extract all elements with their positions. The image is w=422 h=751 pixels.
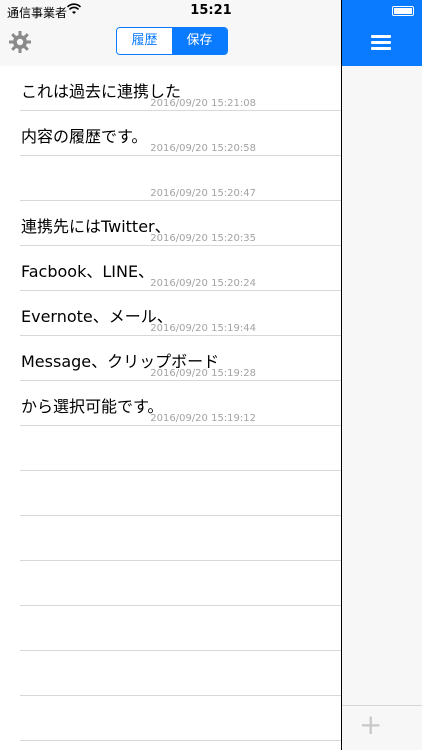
- status-time: 15:21: [190, 3, 232, 18]
- list-item-timestamp: 2016/09/20 15:20:47: [150, 188, 256, 199]
- hamburger-menu-icon[interactable]: [371, 35, 391, 50]
- list-item[interactable]: [20, 561, 341, 606]
- list-item-text: から選択可能です。: [21, 397, 164, 416]
- list-item[interactable]: [20, 606, 341, 651]
- list-item-text: Facbook、LINE、: [21, 262, 155, 281]
- list-item[interactable]: から選択可能です。 2016/09/20 15:19:12: [20, 381, 341, 426]
- list-item[interactable]: 2016/09/20 15:20:47: [20, 156, 341, 201]
- tab-history[interactable]: 履歴: [117, 28, 172, 54]
- history-panel: 通信事業者 履歴 保存 これは過去に連携した 2016/09/20 15:21:…: [0, 0, 341, 750]
- list-item-text: 連携先にはTwitter、: [21, 217, 171, 236]
- list-item-timestamp: 2016/09/20 15:20:35: [150, 233, 256, 244]
- list-item[interactable]: [20, 516, 341, 561]
- list-item[interactable]: これは過去に連携した 2016/09/20 15:21:08: [20, 66, 341, 111]
- list-item-timestamp: 2016/09/20 15:20:24: [150, 278, 256, 289]
- plus-icon[interactable]: +: [359, 711, 382, 739]
- list-item-timestamp: 2016/09/20 15:21:08: [150, 98, 256, 109]
- list-item[interactable]: Evernote、メール、 2016/09/20 15:19:44: [20, 291, 341, 336]
- gear-icon[interactable]: [8, 30, 32, 54]
- list-item[interactable]: Facbook、LINE、 2016/09/20 15:20:24: [20, 246, 341, 291]
- history-list: これは過去に連携した 2016/09/20 15:21:08 内容の履歴です。 201…: [0, 66, 341, 750]
- list-item[interactable]: 内容の履歴です。 2016/09/20 15:20:58: [20, 111, 341, 156]
- nav-bar: 履歴 保存: [0, 22, 341, 67]
- segmented-control: 履歴 保存: [116, 27, 228, 55]
- list-item[interactable]: [20, 651, 341, 696]
- list-item[interactable]: [20, 696, 341, 741]
- list-item-timestamp: 2016/09/20 15:19:44: [150, 323, 256, 334]
- list-item-text: 内容の履歴です。: [21, 127, 148, 146]
- side-toolbar: +: [342, 705, 422, 751]
- list-item-timestamp: 2016/09/20 15:19:28: [150, 368, 256, 379]
- list-item[interactable]: 連携先にはTwitter、 2016/09/20 15:20:35: [20, 201, 341, 246]
- side-panel: +: [342, 0, 422, 750]
- list-item[interactable]: [20, 426, 341, 471]
- list-item[interactable]: Message、クリップボード 2016/09/20 15:19:28: [20, 336, 341, 381]
- list-item-timestamp: 2016/09/20 15:19:12: [150, 413, 256, 424]
- list-item-timestamp: 2016/09/20 15:20:58: [150, 143, 256, 154]
- tab-saved[interactable]: 保存: [172, 28, 227, 54]
- list-item[interactable]: [20, 471, 341, 516]
